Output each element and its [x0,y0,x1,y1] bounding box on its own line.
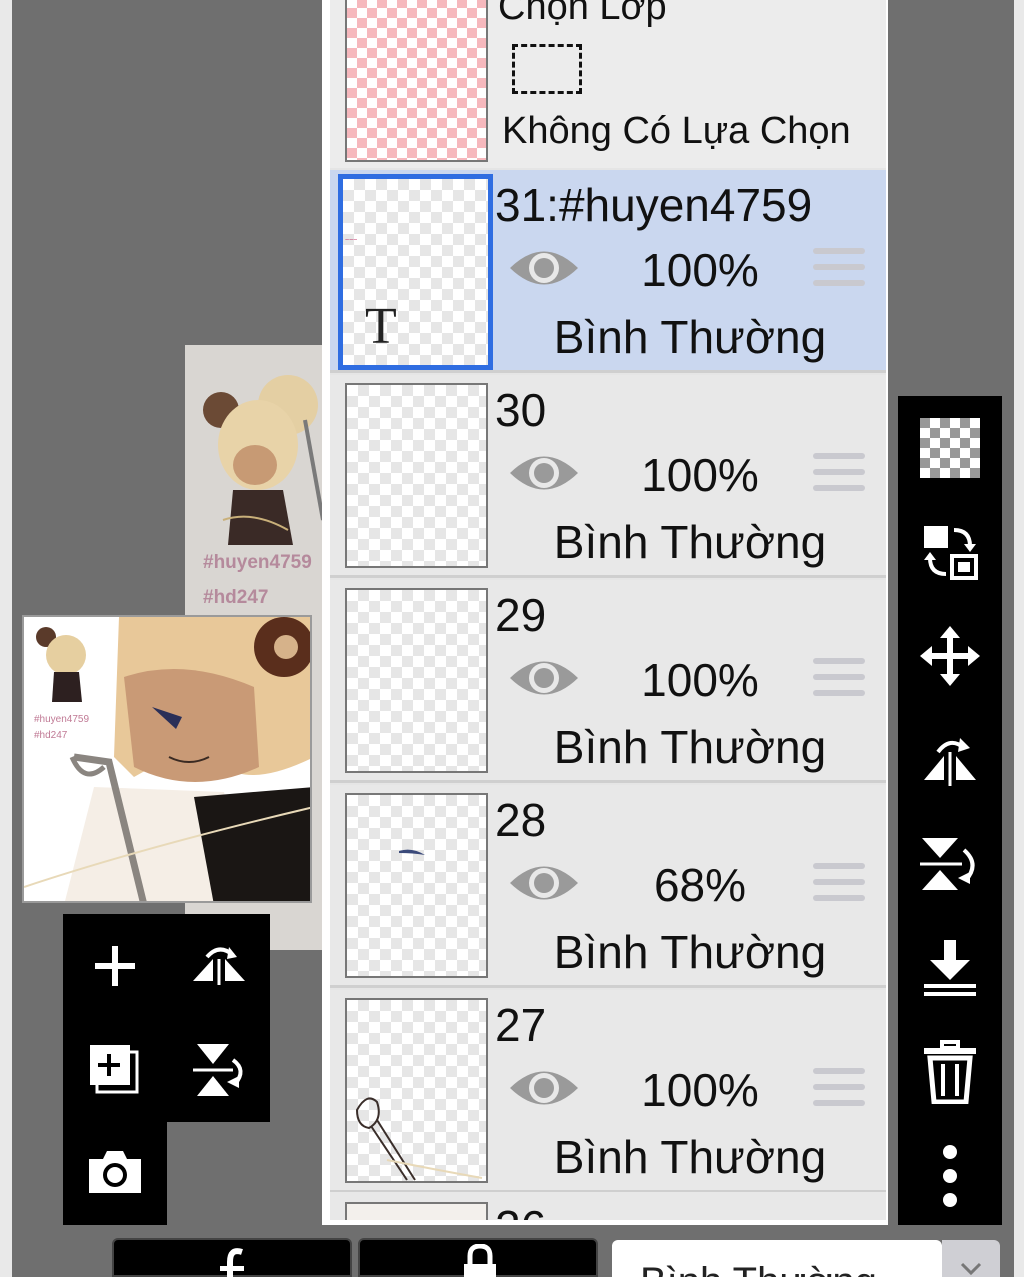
selection-status: Không Có Lựa Chọn [502,110,851,152]
blend-mode-dropdown-button[interactable] [942,1240,1000,1277]
flip-vertical-button[interactable] [167,1018,271,1122]
flip-vertical-icon [193,1044,243,1096]
move-icon [920,626,980,686]
canvas-preview[interactable]: #huyen4759 #hd247 [22,615,312,903]
trash-icon [924,1040,976,1104]
visibility-eye-icon[interactable] [508,858,580,908]
layer-tools-right [898,396,1002,1225]
transparency-icon [920,418,980,478]
camera-button[interactable] [63,1120,167,1224]
flip-horizontal-button[interactable] [167,914,271,1018]
move-button[interactable] [898,604,1002,708]
visibility-eye-icon[interactable] [508,243,580,293]
preview-tag-1: #huyen4759 [34,714,90,725]
lock-button[interactable] [358,1238,598,1277]
canvas-tag-2: #hd247 [203,587,269,608]
layer-name: 29 [495,589,547,641]
layer-thumbnail [345,383,488,568]
clipping-icon [220,1248,244,1277]
add-layer-button[interactable] [63,914,167,1018]
layer-row-27[interactable]: 27 100% Bình Thường [330,990,886,1193]
drag-handle-icon[interactable] [813,1068,865,1110]
duplicate-layer-button[interactable] [63,1018,167,1122]
drag-handle-icon[interactable] [813,863,865,905]
layer-row-31[interactable]: ~~~ T 31:#huyen4759 100% Bình Thường [330,170,886,373]
layer-name: 26 [495,1200,546,1220]
layer-blend-mode[interactable]: Bình Thường [530,310,850,364]
thumbnail-scissors-sketch [355,1097,483,1181]
drag-handle-icon[interactable] [813,453,865,495]
right-edge [1014,0,1024,1277]
blend-mode-select[interactable]: Bình Thường [612,1240,942,1277]
flip-horizontal-icon [924,738,976,786]
layer-opacity[interactable]: 68% [620,858,780,912]
flip-horizontal-button-right[interactable] [898,708,1002,812]
selection-layer-row[interactable]: Chọn Lớp Không Có Lựa Chọn [330,0,886,168]
drag-handle-icon[interactable] [813,248,865,290]
selection-thumbnail [345,0,488,162]
layer-thumbnail: ~~~ T [338,174,493,370]
layer-thumbnail [345,1202,488,1220]
layer-row-29[interactable]: 29 100% Bình Thường [330,580,886,783]
blend-mode-value: Bình Thường [640,1260,877,1277]
canvas-tag-1: #huyen4759 [203,552,312,573]
flip-vertical-button-right[interactable] [898,812,1002,916]
layer-tools-left-bottom [63,1120,167,1225]
layer-name: 28 [495,794,547,846]
swap-layer-icon [924,526,978,580]
preview-tag-2: #hd247 [34,730,68,741]
lock-icon [464,1244,496,1277]
layer-tools-left [63,914,270,1122]
add-layer-icon [95,946,135,986]
layer-thumbnail [345,588,488,773]
more-icon [943,1145,957,1207]
layer-blend-mode[interactable]: Bình Thường [530,720,850,774]
visibility-eye-icon[interactable] [508,653,580,703]
more-options-button[interactable] [898,1124,1002,1228]
clipping-button[interactable] [112,1238,352,1277]
layer-name: 31:#huyen4759 [495,179,813,231]
visibility-eye-icon[interactable] [508,448,580,498]
layer-panel: Chọn Lớp Không Có Lựa Chọn ~~~ T 31:#huy… [322,0,888,1225]
layer-blend-mode[interactable]: Bình Thường [530,515,850,569]
layer-blend-mode[interactable]: Bình Thường [530,1130,850,1184]
thumbnail-text-mark: ~~~ [345,237,358,244]
layer-row-28[interactable]: 28 68% Bình Thường [330,785,886,988]
duplicate-layer-icon [90,1045,139,1094]
camera-icon [89,1151,141,1193]
flip-vertical-icon [920,838,975,890]
flip-horizontal-icon [193,947,245,985]
layer-row-26[interactable]: 26 [330,1192,886,1220]
layer-thumbnail [345,998,488,1183]
swap-layer-button[interactable] [898,500,1002,604]
layer-opacity[interactable]: 100% [620,653,780,707]
layer-opacity[interactable]: 100% [620,1063,780,1117]
delete-layer-button[interactable] [898,1020,1002,1124]
layer-name: 27 [495,999,547,1051]
drag-handle-icon[interactable] [813,658,865,700]
thumbnail-stroke [399,849,425,855]
chevron-down-icon [960,1262,982,1276]
layer-row-30[interactable]: 30 100% Bình Thường [330,375,886,578]
layer-opacity[interactable]: 100% [620,448,780,502]
transparency-button[interactable] [898,396,1002,500]
merge-down-icon [924,940,976,996]
layer-thumbnail [345,793,488,978]
layer-opacity[interactable]: 100% [620,243,780,297]
preview-illustration [24,617,310,901]
selection-marquee-icon [512,44,582,94]
layer-blend-mode[interactable]: Bình Thường [530,925,850,979]
text-layer-icon: T [365,298,397,355]
left-edge [0,0,12,1277]
merge-down-button[interactable] [898,916,1002,1020]
visibility-eye-icon[interactable] [508,1063,580,1113]
character-illustration [203,375,325,545]
selection-title: Chọn Lớp [498,0,667,28]
layer-name: 30 [495,384,547,436]
